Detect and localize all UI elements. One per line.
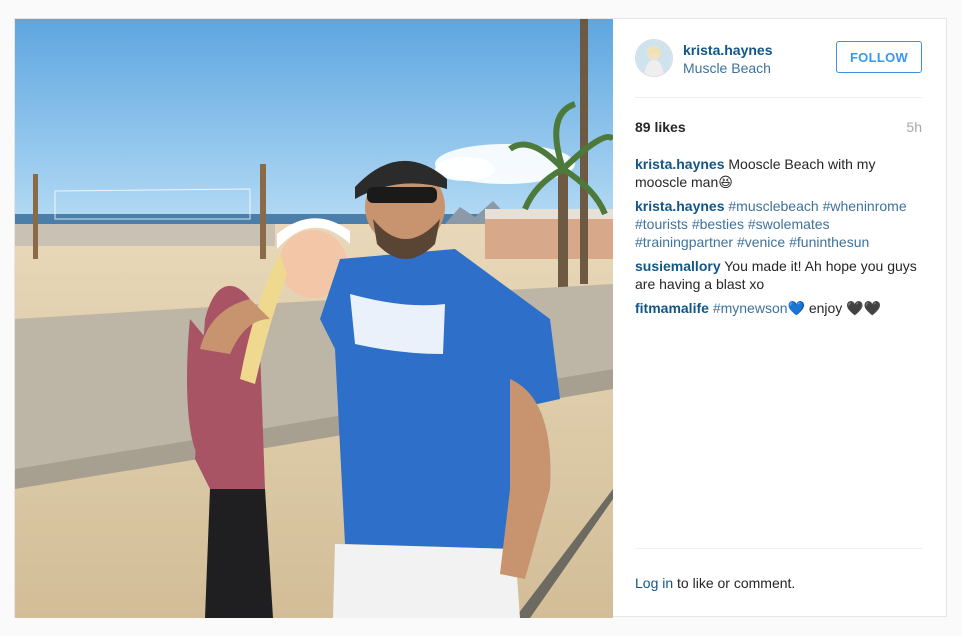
hashtag-link[interactable]: #wheninrome: [823, 198, 907, 214]
avatar-icon: [636, 40, 672, 76]
hashtag-link[interactable]: #venice: [737, 234, 785, 250]
login-link[interactable]: Log in: [635, 575, 673, 591]
username-link[interactable]: krista.haynes: [683, 42, 773, 58]
user-comment: fitmamalife #mynewson💙 enjoy 🖤🖤: [635, 299, 922, 317]
hashtag-link[interactable]: #trainingpartner: [635, 234, 733, 250]
blue-heart-icon: 💙: [787, 300, 805, 316]
hashtag-link[interactable]: #tourists: [635, 216, 688, 232]
post-card: krista.haynes Muscle Beach FOLLOW 89 lik…: [14, 18, 947, 618]
comment-username[interactable]: krista.haynes: [635, 156, 725, 172]
comments-list: krista.haynes Mooscle Beach with my moos…: [635, 155, 922, 323]
post-photo[interactable]: [15, 19, 613, 618]
comment-username[interactable]: susiemallory: [635, 258, 721, 274]
location-link[interactable]: Muscle Beach: [683, 60, 771, 76]
hashtag-link[interactable]: #besties: [692, 216, 744, 232]
profile-avatar[interactable]: [635, 39, 673, 77]
comment-username[interactable]: krista.haynes: [635, 198, 725, 214]
likes-count[interactable]: 89 likes: [635, 119, 686, 135]
comment-text: enjoy: [804, 300, 843, 316]
black-heart-icon: 🖤🖤: [846, 300, 882, 316]
hashtag-comment: krista.haynes #musclebeach #wheninrome #…: [635, 197, 922, 251]
hashtag-link[interactable]: #mynewson: [713, 300, 788, 316]
beach-photo-image: [15, 19, 613, 618]
login-prompt-text: to like or comment.: [673, 575, 796, 591]
post-time[interactable]: 5h: [906, 119, 922, 135]
hashtag-link[interactable]: #swolemates: [748, 216, 830, 232]
follow-button[interactable]: FOLLOW: [836, 41, 922, 73]
post-header: krista.haynes Muscle Beach FOLLOW: [635, 19, 922, 98]
hashtag-link[interactable]: #musclebeach: [728, 198, 818, 214]
comment-username[interactable]: fitmamalife: [635, 300, 709, 316]
login-prompt: Log in to like or comment.: [635, 575, 795, 591]
hashtag-link[interactable]: #funinthesun: [789, 234, 869, 250]
caption-comment: krista.haynes Mooscle Beach with my moos…: [635, 155, 922, 191]
post-sidebar: krista.haynes Muscle Beach FOLLOW 89 lik…: [613, 19, 946, 616]
post-footer: Log in to like or comment.: [635, 548, 922, 616]
user-comment: susiemallory You made it! Ah hope you gu…: [635, 257, 922, 293]
